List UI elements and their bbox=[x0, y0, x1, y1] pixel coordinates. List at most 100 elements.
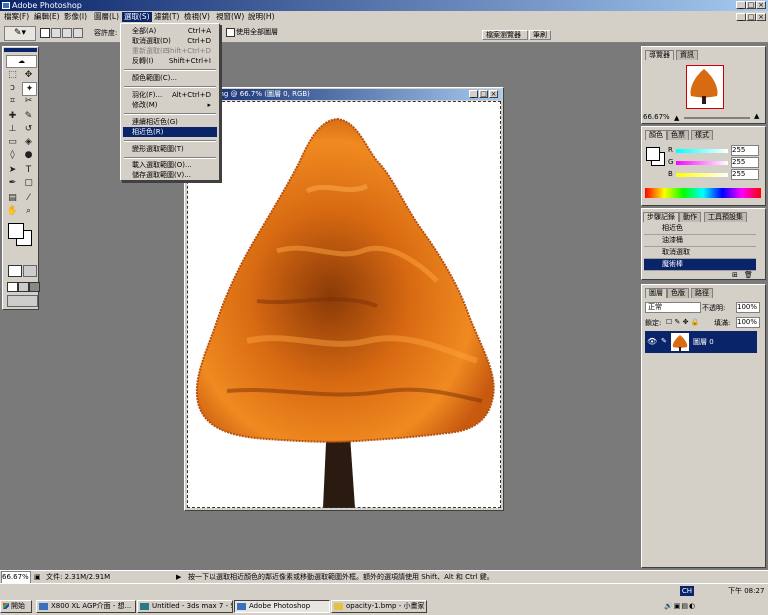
taskbar-button-3dsmax[interactable]: Untitled - 3ds max 7 - Stu... bbox=[137, 600, 233, 613]
zoom-in-icon[interactable]: ▲ bbox=[754, 112, 759, 120]
fill-input[interactable]: 100% bbox=[736, 317, 760, 328]
menu-view[interactable]: 檢視(V) bbox=[182, 12, 212, 22]
channel-b-slider[interactable] bbox=[676, 173, 728, 177]
navigator-thumbnail[interactable] bbox=[686, 65, 724, 109]
color-fg-swatch[interactable] bbox=[646, 147, 660, 161]
tab-color[interactable]: 顏色 bbox=[645, 130, 667, 140]
brush-tool-icon[interactable]: ✎ bbox=[22, 110, 35, 122]
menu-item-load-selection[interactable]: 載入選取範圍(O)... bbox=[123, 160, 217, 170]
menu-item-reselect[interactable]: 重新選取(E) Shift+Ctrl+D bbox=[123, 46, 217, 56]
healing-brush-icon[interactable]: ✚ bbox=[6, 110, 19, 122]
tab-swatches[interactable]: 色票 bbox=[667, 130, 689, 140]
menu-filter[interactable]: 濾鏡(T) bbox=[152, 12, 181, 22]
image-canvas[interactable] bbox=[187, 101, 501, 508]
menu-item-color-range[interactable]: 顏色範圍(C)... bbox=[123, 73, 217, 83]
shape-tool-icon[interactable]: ▢ bbox=[22, 177, 35, 189]
menu-item-select-all[interactable]: 全部(A) Ctrl+A bbox=[123, 26, 217, 36]
delete-history-icon[interactable]: 🗑 bbox=[744, 271, 753, 279]
channel-b-value[interactable]: 255 bbox=[731, 169, 759, 180]
history-brush-icon[interactable]: ↺ bbox=[22, 123, 35, 135]
new-snapshot-icon[interactable]: ⊞ bbox=[732, 271, 738, 279]
doc-window-close[interactable]: × bbox=[489, 90, 498, 98]
tab-layers[interactable]: 圖層 bbox=[645, 288, 667, 298]
eyedropper-tool-icon[interactable]: ⁄ bbox=[22, 192, 35, 204]
menu-item-save-selection[interactable]: 儲存選取範圍(V)... bbox=[123, 170, 217, 180]
zoom-tool-icon[interactable]: ⌕ bbox=[22, 205, 35, 217]
slice-tool-icon[interactable]: ✂ bbox=[22, 95, 35, 107]
channel-g-slider[interactable] bbox=[676, 161, 728, 165]
doc-close-button[interactable]: × bbox=[756, 13, 766, 21]
opacity-input[interactable]: 100% bbox=[736, 302, 760, 313]
new-selection-icon[interactable] bbox=[40, 28, 50, 38]
menu-help[interactable]: 說明(H) bbox=[246, 12, 277, 22]
tool-preset-picker[interactable]: ✎▾ bbox=[4, 26, 36, 41]
history-item-selected[interactable]: 魔術棒 bbox=[644, 259, 756, 271]
minimize-button[interactable]: _ bbox=[736, 1, 746, 9]
subtract-selection-icon[interactable] bbox=[62, 28, 72, 38]
tab-tool-presets[interactable]: 工具預設集 bbox=[704, 212, 747, 222]
tab-brushes[interactable]: 筆刷 bbox=[529, 30, 551, 40]
menu-item-deselect[interactable]: 取消選取(D) Ctrl+D bbox=[123, 36, 217, 46]
eraser-tool-icon[interactable]: ▭ bbox=[6, 136, 19, 148]
menu-item-feather[interactable]: 羽化(F)... Alt+Ctrl+D bbox=[123, 90, 217, 100]
menu-item-similar[interactable]: 相近色(R) bbox=[123, 127, 217, 137]
menu-file[interactable]: 檔案(F) bbox=[2, 12, 31, 22]
channel-r-slider[interactable] bbox=[676, 149, 728, 153]
status-arrow-icon[interactable]: ▶ bbox=[176, 571, 181, 583]
layer-name[interactable]: 圖層 0 bbox=[693, 337, 714, 347]
tab-styles[interactable]: 樣式 bbox=[691, 130, 713, 140]
standard-mode-icon[interactable] bbox=[8, 265, 22, 277]
quickmask-mode-icon[interactable] bbox=[23, 265, 37, 277]
menu-layer[interactable]: 圖層(L) bbox=[92, 12, 121, 22]
hand-tool-icon[interactable]: ✋ bbox=[6, 205, 19, 217]
menu-item-grow[interactable]: 連續相近色(G) bbox=[123, 117, 217, 127]
ime-indicator[interactable]: CH bbox=[680, 586, 694, 596]
zoom-out-icon[interactable]: ▲ bbox=[674, 114, 679, 122]
tab-paths[interactable]: 路徑 bbox=[691, 288, 713, 298]
doc-window-minimize[interactable]: _ bbox=[469, 90, 478, 98]
add-selection-icon[interactable] bbox=[51, 28, 61, 38]
marquee-tool-icon[interactable]: ⬚ bbox=[6, 69, 19, 81]
menu-select[interactable]: 選取(S) bbox=[122, 12, 152, 22]
taskbar-button-x800[interactable]: X800 XL AGP介面 - 想... bbox=[36, 600, 136, 613]
all-layers-checkbox[interactable] bbox=[226, 28, 235, 37]
tab-actions[interactable]: 動作 bbox=[679, 212, 701, 222]
tab-info[interactable]: 資訊 bbox=[676, 50, 698, 60]
start-button[interactable]: 開始 bbox=[0, 600, 32, 613]
taskbar-button-paint[interactable]: opacity-1.bmp - 小畫家 bbox=[331, 600, 427, 613]
dodge-tool-icon[interactable]: ● bbox=[22, 149, 35, 161]
screen-mode-full-icon[interactable] bbox=[29, 282, 40, 292]
channel-g-value[interactable]: 255 bbox=[731, 157, 759, 168]
tab-channels[interactable]: 色版 bbox=[667, 288, 689, 298]
adobe-online-icon[interactable]: ☁ bbox=[6, 55, 37, 68]
toolbox-grip[interactable] bbox=[4, 48, 37, 52]
tab-file-browser[interactable]: 檔案瀏覽器 bbox=[482, 30, 528, 40]
doc-window-maximize[interactable]: □ bbox=[479, 90, 488, 98]
menu-edit[interactable]: 編輯(E) bbox=[32, 12, 62, 22]
menu-item-transform-selection[interactable]: 變形選取範圍(T) bbox=[123, 144, 217, 154]
type-tool-icon[interactable]: T bbox=[22, 164, 35, 176]
foreground-color-swatch[interactable] bbox=[8, 223, 24, 239]
blur-tool-icon[interactable]: ◊ bbox=[6, 149, 19, 161]
pen-tool-icon[interactable]: ✒ bbox=[6, 177, 19, 189]
menu-item-inverse[interactable]: 反轉(I) Shift+Ctrl+I bbox=[123, 56, 217, 66]
screen-mode-standard-icon[interactable] bbox=[7, 282, 18, 292]
paint-bucket-icon[interactable]: ◈ bbox=[22, 136, 35, 148]
path-selection-icon[interactable]: ➤ bbox=[6, 164, 19, 176]
menu-image[interactable]: 影像(I) bbox=[62, 12, 89, 22]
intersect-selection-icon[interactable] bbox=[73, 28, 83, 38]
tray-icons[interactable]: 🔊▣▤◐ bbox=[664, 601, 724, 611]
taskbar-button-photoshop[interactable]: Adobe Photoshop bbox=[234, 600, 330, 613]
maximize-button[interactable]: □ bbox=[746, 1, 756, 9]
navigator-zoom-slider[interactable] bbox=[684, 117, 750, 119]
notes-tool-icon[interactable]: ▤ bbox=[6, 192, 19, 204]
history-item[interactable]: 相近色 bbox=[644, 223, 756, 235]
color-spectrum-bar[interactable] bbox=[645, 188, 761, 198]
navigator-zoom-value[interactable]: 66.67% bbox=[643, 113, 670, 121]
doc-restore-button[interactable]: □ bbox=[746, 13, 756, 21]
history-item[interactable]: 油漆桶 bbox=[644, 235, 756, 247]
move-tool-icon[interactable]: ✥ bbox=[22, 69, 35, 81]
lock-icons[interactable]: ☐ ✎ ✥ 🔒 bbox=[666, 318, 699, 326]
close-button[interactable]: × bbox=[756, 1, 766, 9]
doc-minimize-button[interactable]: _ bbox=[736, 13, 746, 21]
